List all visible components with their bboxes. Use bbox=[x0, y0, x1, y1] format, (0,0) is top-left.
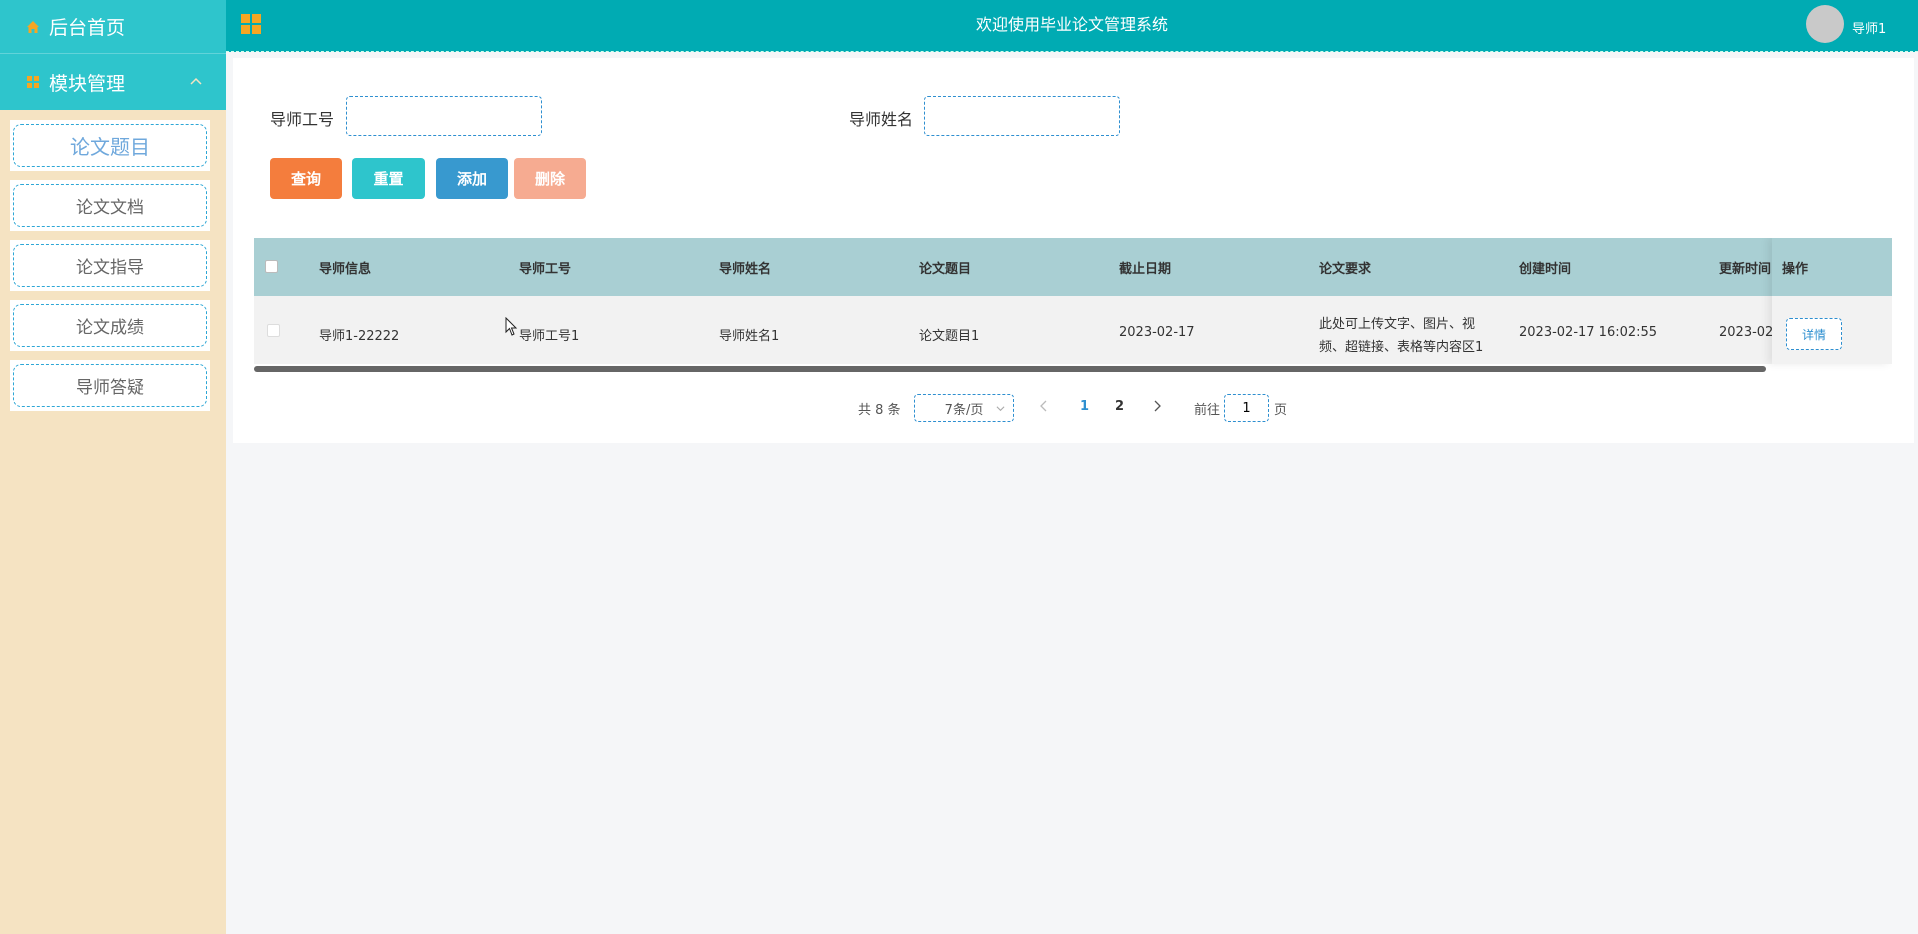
col-header: 导师姓名 bbox=[719, 262, 772, 277]
next-page-icon[interactable] bbox=[1152, 400, 1162, 412]
col-header: 论文要求 bbox=[1319, 262, 1372, 277]
main-panel: 导师工号 导师姓名 查询 重置 添加 删除 导师信息 导师工号 导师姓名 论文题… bbox=[233, 58, 1914, 443]
col-header: 论文题目 bbox=[919, 262, 972, 277]
sidebar-item-thesis-topic[interactable]: 论文题目 bbox=[10, 120, 210, 171]
page-size-value: 7条/页 bbox=[944, 402, 984, 418]
module-icon bbox=[27, 76, 39, 88]
sidebar-item-thesis-score[interactable]: 论文成绩 bbox=[10, 300, 210, 351]
sidebar-item-thesis-document[interactable]: 论文文档 bbox=[10, 180, 210, 231]
delete-button[interactable]: 删除 bbox=[514, 158, 586, 199]
reset-button[interactable]: 重置 bbox=[352, 158, 425, 199]
sidebar-module-menu[interactable]: 模块管理 bbox=[0, 53, 226, 110]
col-header: 导师工号 bbox=[519, 262, 572, 277]
cell-teacher-name: 导师姓名1 bbox=[719, 329, 780, 344]
col-header-operation: 操作 bbox=[1782, 262, 1809, 277]
page-title: 欢迎使用毕业论文管理系统 bbox=[975, 15, 1168, 34]
chevron-up-icon[interactable] bbox=[190, 76, 202, 88]
page-number[interactable]: 2 bbox=[1115, 399, 1124, 414]
cell-info: 导师1-22222 bbox=[319, 329, 400, 344]
cell-created: 2023-02-17 16:02:55 bbox=[1519, 325, 1658, 340]
col-header: 更新时间 bbox=[1719, 262, 1772, 277]
sidebar-home[interactable]: 后台首页 bbox=[0, 0, 226, 53]
cell-requirement-line2: 频、超链接、表格等内容区1 bbox=[1319, 340, 1484, 355]
sidebar: 后台首页 模块管理 论文题目 论文文档 论文指导 论文成绩 导师答疑 bbox=[0, 0, 226, 934]
sidebar-item-label: 论文文档 bbox=[13, 184, 207, 227]
submenu: 论文题目 论文文档 论文指导 论文成绩 导师答疑 bbox=[0, 110, 226, 411]
col-header: 截止日期 bbox=[1119, 262, 1172, 277]
table-header: 导师信息 导师工号 导师姓名 论文题目 截止日期 论文要求 创建时间 更新时间 bbox=[254, 238, 1892, 296]
sidebar-item-label: 论文成绩 bbox=[13, 304, 207, 347]
avatar[interactable] bbox=[1806, 5, 1844, 43]
table-row[interactable]: 导师1-22222 导师工号1 导师姓名1 论文题目1 2023-02-17 此… bbox=[254, 296, 1892, 364]
sidebar-module-label: 模块管理 bbox=[49, 72, 126, 95]
goto-page-input[interactable] bbox=[1224, 394, 1269, 422]
row-checkbox[interactable] bbox=[267, 324, 280, 337]
cell-requirement-line1: 此处可上传文字、图片、视 bbox=[1319, 317, 1476, 332]
page-size-select[interactable]: 7条/页 bbox=[914, 394, 1014, 422]
cell-deadline: 2023-02-17 bbox=[1119, 325, 1195, 340]
col-header: 导师信息 bbox=[319, 262, 372, 277]
home-icon bbox=[27, 20, 39, 33]
data-table: 导师信息 导师工号 导师姓名 论文题目 截止日期 论文要求 创建时间 更新时间 … bbox=[254, 238, 1892, 374]
sidebar-item-tutor-qa[interactable]: 导师答疑 bbox=[10, 360, 210, 411]
goto-label: 前往 bbox=[1194, 403, 1221, 418]
operation-column: 操作 详情 bbox=[1772, 238, 1892, 364]
cell-teacher-id: 导师工号1 bbox=[519, 329, 580, 344]
teacher-id-label: 导师工号 bbox=[270, 110, 335, 129]
mouse-cursor-icon bbox=[505, 317, 518, 336]
page-unit-label: 页 bbox=[1274, 403, 1288, 418]
add-button[interactable]: 添加 bbox=[436, 158, 508, 199]
teacher-name-input[interactable] bbox=[924, 96, 1120, 136]
select-all-checkbox[interactable] bbox=[265, 260, 278, 273]
sidebar-item-label: 导师答疑 bbox=[13, 364, 207, 407]
teacher-id-input[interactable] bbox=[346, 96, 542, 136]
teacher-name-label: 导师姓名 bbox=[849, 110, 914, 129]
top-header: 欢迎使用毕业论文管理系统 导师1 bbox=[226, 0, 1918, 52]
username[interactable]: 导师1 bbox=[1852, 18, 1886, 37]
cell-updated: 2023-02- bbox=[1719, 325, 1779, 340]
prev-page-icon[interactable] bbox=[1039, 400, 1049, 412]
sidebar-item-label: 论文题目 bbox=[13, 124, 207, 167]
sidebar-home-label: 后台首页 bbox=[49, 17, 126, 39]
horizontal-scrollbar[interactable] bbox=[254, 366, 1766, 372]
cell-topic: 论文题目1 bbox=[919, 329, 980, 344]
total-count: 共 8 条 bbox=[858, 403, 901, 418]
chevron-down-icon bbox=[996, 406, 1005, 412]
page-number-active[interactable]: 1 bbox=[1080, 399, 1089, 414]
sidebar-item-label: 论文指导 bbox=[13, 244, 207, 287]
detail-button[interactable]: 详情 bbox=[1786, 318, 1842, 350]
col-header: 创建时间 bbox=[1519, 262, 1572, 277]
query-button[interactable]: 查询 bbox=[270, 158, 342, 199]
sidebar-item-thesis-guidance[interactable]: 论文指导 bbox=[10, 240, 210, 291]
